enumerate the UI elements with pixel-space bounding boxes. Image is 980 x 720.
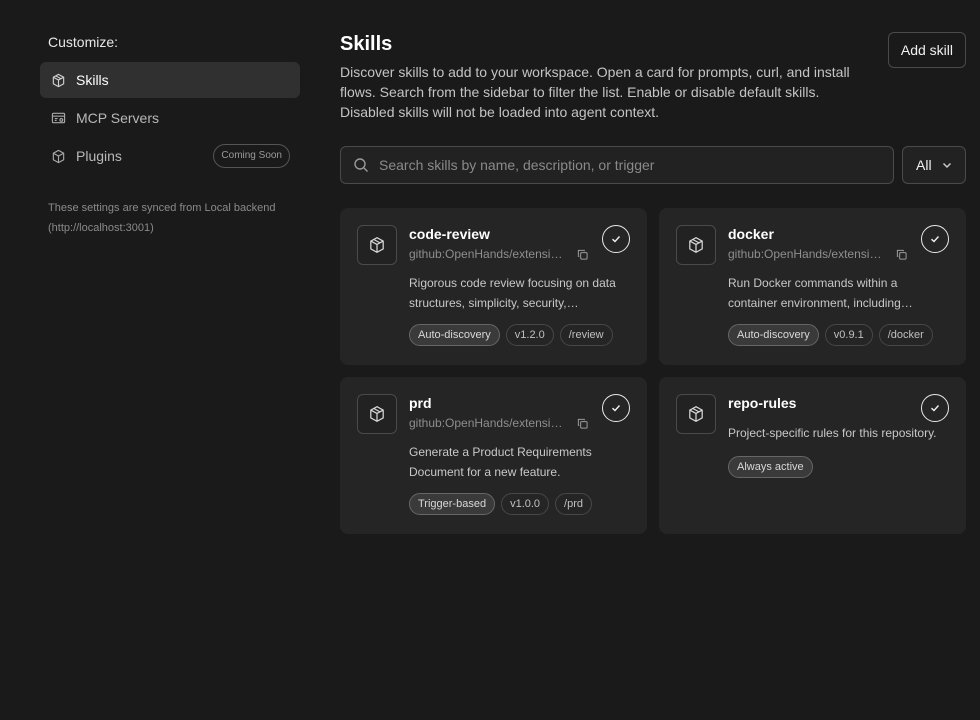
tag-list: Trigger-based v1.0.0 /prd: [409, 493, 631, 515]
skill-description: Run Docker commands within a container e…: [728, 276, 901, 310]
skill-source: github:OpenHands/extensions: [728, 247, 888, 261]
tag: Trigger-based: [409, 493, 496, 515]
sidebar-item-skills[interactable]: Skills: [40, 62, 300, 98]
copy-icon[interactable]: [577, 417, 589, 429]
filter-select[interactable]: All: [902, 146, 966, 184]
sidebar-item-label: Plugins: [76, 148, 122, 164]
skill-source: github:OpenHands/extensions: [409, 416, 569, 430]
skill-card-docker[interactable]: docker github:OpenHands/extensions Run D…: [659, 208, 966, 365]
check-icon: [929, 233, 941, 245]
enabled-toggle[interactable]: [921, 394, 949, 422]
customize-label: Customize:: [48, 34, 119, 50]
enabled-toggle[interactable]: [602, 225, 630, 253]
search-row: All: [340, 146, 966, 184]
cube-icon: [676, 225, 716, 265]
source-row: github:OpenHands/extensions: [409, 244, 631, 264]
sync-note: These settings are synced from Local bac…: [40, 198, 300, 238]
filter-value: All: [916, 157, 932, 173]
cube-icon: [357, 394, 397, 434]
skill-card-repo-rules[interactable]: repo-rules Project-specific rules for th…: [659, 377, 966, 534]
check-icon: [610, 233, 622, 245]
sidebar-item-label: Skills: [76, 72, 109, 88]
skill-description: Project-specific rules for this reposito…: [728, 426, 937, 440]
skill-description: Generate a Product Requirements Document…: [409, 445, 592, 479]
cube-icon: [50, 72, 66, 88]
main-content: Skills Discover skills to add to your wo…: [340, 32, 966, 534]
tag: Always active: [728, 456, 813, 478]
card-body: code-review github:OpenHands/extensions …: [409, 224, 631, 346]
skill-name: prd: [409, 395, 432, 411]
tag-list: Auto-discovery v0.9.1 /docker: [728, 324, 950, 346]
add-skill-button[interactable]: Add skill: [887, 32, 966, 68]
sidebar-item-mcp-servers[interactable]: MCP Servers: [40, 100, 300, 136]
skill-name: docker: [728, 226, 774, 242]
tag: /review: [559, 324, 613, 346]
sync-note-line: These settings are synced from Local bac…: [48, 202, 276, 214]
tag: Auto-discovery: [728, 324, 819, 346]
enabled-toggle[interactable]: [921, 225, 949, 253]
copy-icon[interactable]: [577, 248, 589, 260]
tag: v1.0.0: [501, 493, 550, 515]
sidebar-item-plugins[interactable]: Plugins Coming Soon: [40, 138, 300, 174]
card-body: prd github:OpenHands/extensions Generate…: [409, 393, 631, 515]
page-description: Discover skills to add to your workspace…: [340, 64, 850, 120]
tag: v1.2.0: [505, 324, 554, 346]
source-row: github:OpenHands/extensions: [728, 244, 950, 264]
tag-list: Auto-discovery v1.2.0 /review: [409, 324, 631, 346]
tag: v0.9.1: [824, 324, 873, 346]
check-icon: [610, 402, 622, 414]
copy-icon[interactable]: [896, 248, 908, 260]
search-input[interactable]: [379, 157, 881, 173]
skill-source: github:OpenHands/extensions: [409, 247, 569, 261]
card-body: repo-rules Project-specific rules for th…: [728, 393, 950, 478]
page-title: Skills: [340, 33, 393, 55]
package-icon: [50, 148, 66, 164]
coming-soon-badge: Coming Soon: [213, 144, 290, 168]
page-header: Skills Discover skills to add to your wo…: [340, 32, 966, 122]
card-body: docker github:OpenHands/extensions Run D…: [728, 224, 950, 346]
skill-name: repo-rules: [728, 395, 797, 411]
skills-grid: code-review github:OpenHands/extensions …: [340, 208, 966, 534]
tag: Auto-discovery: [409, 324, 500, 346]
server-icon: [50, 110, 66, 126]
tag: /docker: [878, 324, 933, 346]
tag-list: Always active: [728, 456, 950, 478]
skill-card-prd[interactable]: prd github:OpenHands/extensions Generate…: [340, 377, 647, 534]
source-row: github:OpenHands/extensions: [409, 413, 631, 433]
search-icon: [353, 157, 369, 173]
sidebar-nav: Skills MCP Servers Plugins Coming Soon: [40, 62, 300, 174]
check-icon: [929, 402, 941, 414]
sidebar-item-label: MCP Servers: [76, 110, 159, 126]
chevron-down-icon: [941, 159, 953, 171]
tag: /prd: [555, 493, 593, 515]
skill-card-code-review[interactable]: code-review github:OpenHands/extensions …: [340, 208, 647, 365]
skill-name: code-review: [409, 226, 490, 242]
search-box[interactable]: [340, 146, 894, 184]
cube-icon: [357, 225, 397, 265]
skill-description: Rigorous code review focusing on data st…: [409, 276, 616, 310]
cube-icon: [676, 394, 716, 434]
sidebar: Customize: Skills MCP Servers Plugins Co…: [40, 32, 300, 238]
sync-note-url: (http://localhost:3001): [48, 222, 154, 234]
enabled-toggle[interactable]: [602, 394, 630, 422]
